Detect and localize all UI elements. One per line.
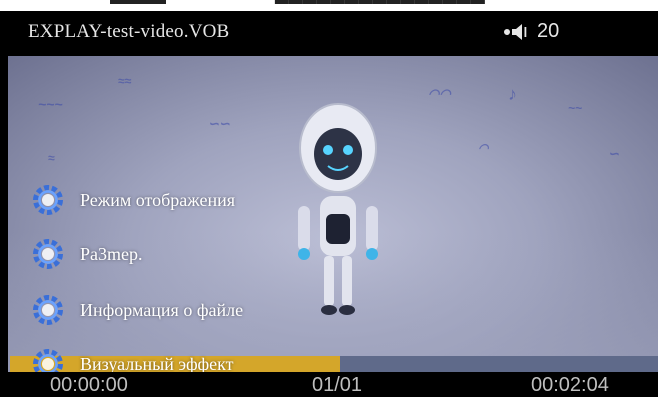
speaker-icon (504, 23, 527, 40)
file-title: EXPLAY-test-video.VOB (28, 21, 230, 42)
track-counter: 01/01 (312, 374, 363, 396)
volume-level: 20 (537, 20, 560, 42)
menu-item-file-info[interactable]: Информация о файле (30, 293, 243, 327)
title-bar: EXPLAY-test-video.VOB 20 (0, 11, 658, 56)
menu-item-display-mode[interactable]: Режим отображения (30, 183, 235, 217)
total-time: 00:02:04 (531, 374, 609, 396)
elapsed-time: 00:00:00 (50, 374, 128, 396)
menu-item-label: Ра3mер. (80, 243, 143, 264)
document-strip: ▬▬▬▬ ▬▬▬▬▬▬▬▬▬▬▬▬▬▬▬ (0, 0, 658, 11)
menu-item-label: Информация о файле (80, 299, 244, 320)
menu-item-size[interactable]: Ра3mер. (30, 237, 143, 271)
gear-icon (30, 292, 66, 328)
gear-icon (30, 182, 66, 218)
robot-figure (298, 103, 378, 315)
status-bar: 00:00:00 01/01 00:02:04 (0, 372, 658, 397)
menu-item-label: Режим отображения (80, 189, 235, 210)
gear-icon (30, 236, 66, 272)
volume-indicator[interactable]: 20 (503, 20, 559, 43)
